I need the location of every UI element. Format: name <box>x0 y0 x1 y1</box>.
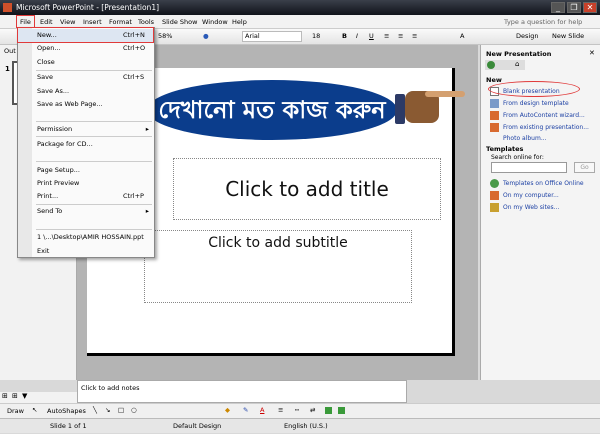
design-button[interactable]: Design <box>516 32 538 40</box>
autocontent-icon <box>490 111 499 120</box>
font-select[interactable]: Arial <box>242 31 302 42</box>
task-pane-title: New Presentation <box>486 50 552 58</box>
web-sites-icon <box>490 203 499 212</box>
my-computer-link[interactable]: On my computer... <box>503 192 559 199</box>
shadow-icon[interactable] <box>325 407 332 414</box>
view-buttons: ⊞ ⊞ ▼ <box>0 392 77 403</box>
align-left-icon[interactable]: ≡ <box>384 32 389 40</box>
fill-color-icon[interactable]: ◆ <box>225 406 230 414</box>
menu-item-save-web[interactable]: Save as Web Page... <box>18 98 154 111</box>
autocontent-link[interactable]: From AutoContent wizard... <box>503 112 585 119</box>
template-search-input[interactable] <box>491 162 567 173</box>
align-right-icon[interactable]: ≡ <box>412 32 417 40</box>
task-pane-nav: ⌂ <box>485 60 525 70</box>
menu-window[interactable]: Window <box>202 15 228 29</box>
status-bar: Slide 1 of 1 Default Design English (U.S… <box>0 418 600 433</box>
font-color-icon[interactable]: A <box>260 406 264 414</box>
rectangle-icon[interactable]: □ <box>118 406 124 414</box>
close-button[interactable]: ✕ <box>583 2 597 13</box>
menu-item-page-setup[interactable]: Page Setup... <box>18 164 154 177</box>
help-icon[interactable]: ● <box>203 32 209 40</box>
minimize-button[interactable]: _ <box>551 2 565 13</box>
go-button[interactable]: Go <box>574 162 595 173</box>
design-template-icon <box>490 99 499 108</box>
dash-style-icon[interactable]: ┅ <box>295 406 299 414</box>
select-arrow-icon[interactable]: ↖ <box>32 406 37 414</box>
existing-presentation-link[interactable]: From existing presentation... <box>503 124 589 131</box>
window-title: Microsoft PowerPoint - [Presentation1] <box>16 3 160 12</box>
font-grow-icon[interactable]: A <box>460 32 464 40</box>
task-pane-close-icon[interactable]: ✕ <box>589 49 595 57</box>
font-size-select[interactable]: 18 <box>312 32 320 40</box>
file-menu-dropdown: New... Ctrl+N Open... Ctrl+O Close Save Ctr… <box>17 27 155 258</box>
line-icon[interactable]: ╲ <box>93 406 97 414</box>
pointing-hand-icon <box>395 86 467 126</box>
templates-heading: Templates <box>486 145 524 153</box>
status-language: English (U.S.) <box>284 422 328 430</box>
align-center-icon[interactable]: ≡ <box>398 32 403 40</box>
menu-item-package-cd[interactable]: Package for CD... <box>18 138 154 151</box>
arrow-icon[interactable]: ↘ <box>105 406 110 414</box>
menu-item-print-preview[interactable]: Print Preview <box>18 177 154 190</box>
new-item-highlight <box>17 27 154 43</box>
oval-icon[interactable]: ○ <box>131 406 137 414</box>
slideshow-icon[interactable]: ▼ <box>22 392 27 400</box>
back-icon[interactable] <box>487 61 495 69</box>
search-label: Search online for: <box>491 154 544 161</box>
title-placeholder[interactable]: Click to add title <box>173 158 441 220</box>
menu-item-send-to[interactable]: Send To ▸ <box>18 205 154 218</box>
powerpoint-icon <box>3 3 12 12</box>
menu-item-save-as[interactable]: Save As... <box>18 85 154 98</box>
status-slide: Slide 1 of 1 <box>50 422 87 430</box>
menu-item-exit[interactable]: Exit <box>18 245 154 258</box>
design-template-link[interactable]: From design template <box>503 100 569 107</box>
notes-pane[interactable]: Click to add notes <box>77 380 407 403</box>
restore-button[interactable]: ❐ <box>567 2 581 13</box>
status-design: Default Design <box>173 422 222 430</box>
new-slide-button[interactable]: New Slide <box>552 32 584 40</box>
menu-item-close[interactable]: Close <box>18 56 154 69</box>
slide-sorter-icon[interactable]: ⊞ <box>12 392 18 400</box>
task-pane: New Presentation ✕ ⌂ New Blank presentat… <box>480 45 600 380</box>
bold-button[interactable]: B <box>342 32 347 40</box>
arrow-style-icon[interactable]: ⇄ <box>310 406 315 414</box>
menu-item-recent-file[interactable]: 1 \...\Desktop\AMIR HOSSAIN.ppt <box>18 231 154 244</box>
underline-button[interactable]: U <box>369 32 374 40</box>
zoom-select[interactable]: 58% <box>158 32 172 40</box>
subtitle-placeholder[interactable]: Click to add subtitle <box>144 230 412 303</box>
normal-view-icon[interactable]: ⊞ <box>2 392 8 400</box>
office-online-icon <box>490 179 499 188</box>
drawing-toolbar: Draw ↖ AutoShapes ╲ ↘ □ ○ ◆ ✎ A ≡ ┅ ⇄ <box>0 403 600 418</box>
help-search-input[interactable]: Type a question for help <box>504 15 582 29</box>
outline-tab[interactable]: Out <box>4 47 16 55</box>
menu-item-save[interactable]: Save Ctrl+S <box>18 71 154 84</box>
photo-album-link[interactable]: Photo album... <box>503 135 547 142</box>
menu-help[interactable]: Help <box>232 15 247 29</box>
blank-presentation-highlight <box>488 81 580 97</box>
computer-icon <box>490 191 499 200</box>
italic-button[interactable]: I <box>356 32 358 40</box>
slide-number: 1 <box>5 65 10 73</box>
3d-icon[interactable] <box>338 407 345 414</box>
existing-presentation-icon <box>490 123 499 132</box>
line-style-icon[interactable]: ≡ <box>278 406 283 414</box>
menu-slide-show[interactable]: Slide Show <box>162 15 197 29</box>
office-online-link[interactable]: Templates on Office Online <box>503 180 584 187</box>
menu-item-permission[interactable]: Permission ▸ <box>18 123 154 136</box>
title-bar: Microsoft PowerPoint - [Presentation1] _… <box>0 0 600 15</box>
menu-item-open[interactable]: Open... Ctrl+O <box>18 42 154 55</box>
banner-oval: দেখানো মত কাজ করুন <box>147 80 397 140</box>
web-sites-link[interactable]: On my Web sites... <box>503 204 559 211</box>
autoshapes-menu[interactable]: AutoShapes <box>47 407 86 415</box>
line-color-icon[interactable]: ✎ <box>243 406 248 414</box>
menu-item-print[interactable]: Print... Ctrl+P <box>18 190 154 203</box>
draw-menu[interactable]: Draw <box>7 407 24 415</box>
home-icon[interactable]: ⌂ <box>515 60 519 68</box>
